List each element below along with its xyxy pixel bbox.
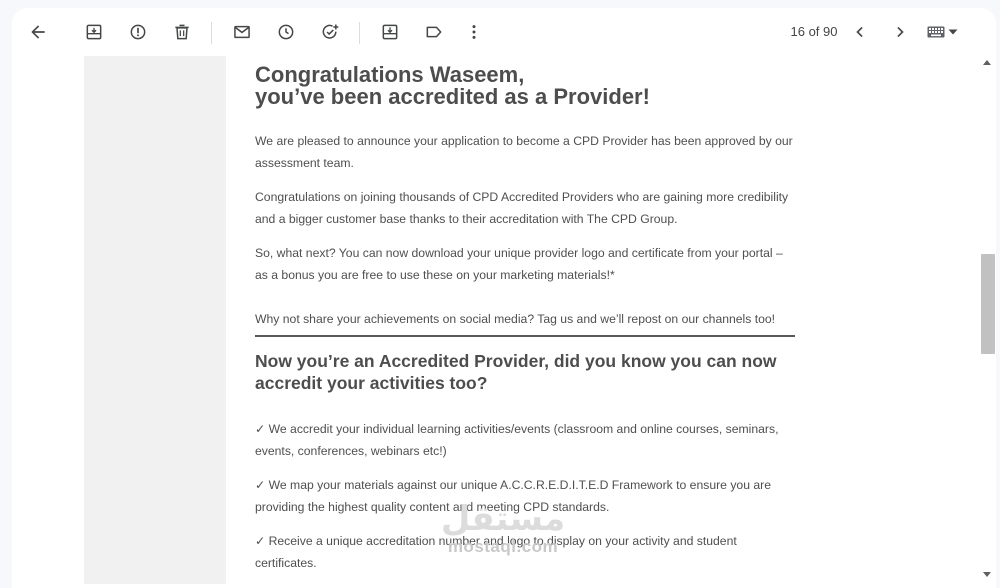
add-task-icon — [322, 24, 339, 39]
email-paragraph: Why not share your achievements on socia… — [255, 312, 776, 326]
snooze-button[interactable] — [268, 14, 304, 50]
vertical-scrollbar[interactable] — [978, 56, 996, 584]
keyboard-icon — [927, 26, 944, 38]
label-icon — [426, 26, 442, 38]
email-paragraph: Congratulations on joining thousands of … — [255, 190, 789, 226]
archive-button[interactable] — [76, 14, 112, 50]
move-to-icon — [382, 24, 398, 40]
back-button[interactable] — [20, 14, 56, 50]
email-subheading: Now you’re an Accredited Provider, did y… — [255, 351, 777, 393]
chevron-right-icon — [897, 26, 904, 38]
scroll-down-arrow[interactable] — [983, 572, 991, 577]
email-paragraph: We are pleased to announce your applicat… — [255, 134, 793, 170]
label-button[interactable] — [416, 14, 452, 50]
mark-unread-button[interactable] — [224, 14, 260, 50]
more-vert-icon — [472, 25, 476, 39]
add-task-button[interactable] — [312, 14, 348, 50]
report-spam-button[interactable] — [120, 14, 156, 50]
heading-line-2: you’ve been accredited as a Provider! — [255, 84, 650, 109]
scroll-up-arrow[interactable] — [983, 60, 991, 65]
message-toolbar: 16 of 90 — [12, 8, 996, 56]
email-body: Congratulations Waseem, you’ve been accr… — [226, 56, 826, 584]
move-to-button[interactable] — [372, 14, 408, 50]
archive-icon — [86, 24, 102, 40]
older-message-button[interactable] — [882, 14, 918, 50]
message-scroll-area[interactable]: Congratulations Waseem, you’ve been accr… — [12, 56, 996, 584]
toolbar-divider — [359, 22, 360, 44]
trash-icon — [175, 24, 189, 40]
heading-line-1: Congratulations Waseem, — [255, 62, 525, 87]
input-tools-button[interactable] — [922, 20, 962, 44]
caret-down-icon — [948, 29, 957, 35]
benefit-item: ✓ We map your materials against our uniq… — [255, 478, 771, 514]
newer-message-button[interactable] — [842, 14, 878, 50]
chevron-left-icon — [856, 26, 863, 38]
arrow-back-icon — [31, 25, 45, 39]
email-paragraph: So, what next? You can now download your… — [255, 246, 783, 282]
more-options-button[interactable] — [456, 14, 492, 50]
toolbar-divider — [211, 22, 212, 44]
benefit-item: ✓ Receive a unique accreditation number … — [255, 534, 737, 570]
email-view: 16 of 90 Congratulations Waseem, you’ve … — [12, 8, 996, 588]
delete-button[interactable] — [164, 14, 200, 50]
snooze-clock-icon — [278, 24, 294, 40]
mark-unread-icon — [234, 25, 250, 39]
email-heading: Congratulations Waseem, you’ve been accr… — [255, 64, 795, 108]
section-divider — [255, 335, 795, 337]
benefit-item: ✓ We accredit your individual learning a… — [255, 422, 779, 458]
scrollbar-thumb[interactable] — [981, 254, 995, 354]
report-spam-icon — [130, 24, 146, 40]
